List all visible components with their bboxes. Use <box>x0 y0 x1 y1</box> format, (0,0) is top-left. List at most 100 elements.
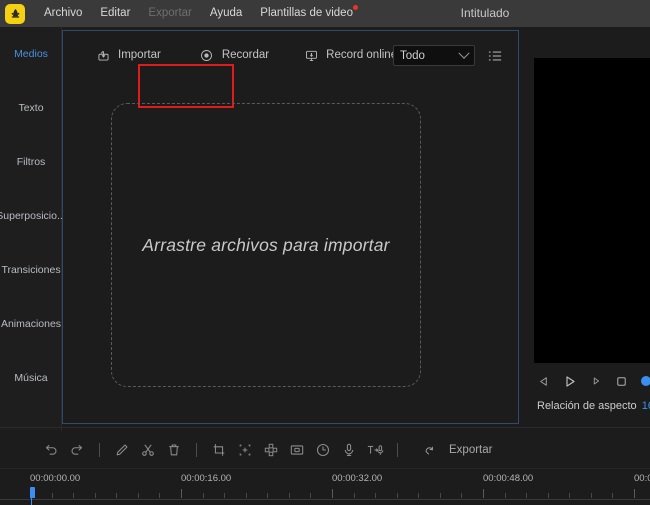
record-indicator-icon[interactable] <box>641 376 650 386</box>
sidebar-item-label: Medios <box>14 48 48 60</box>
mosaic-button[interactable] <box>258 437 284 463</box>
export-button[interactable]: Exportar <box>417 437 492 463</box>
timeline-ruler[interactable]: 00:00:00.00 00:00:16.00 00:00:32.00 00:0… <box>0 468 650 505</box>
sidebar-item-transiciones[interactable]: Transiciones <box>0 243 62 297</box>
ruler-minor-tick <box>159 493 160 498</box>
menu-label: Editar <box>100 7 131 19</box>
add-frame-button[interactable] <box>232 437 258 463</box>
sidebar-item-superposiciones[interactable]: Superposicio... <box>0 189 62 243</box>
menu-item-ayuda[interactable]: Ayuda <box>201 0 251 27</box>
previous-frame-button[interactable] <box>537 374 550 388</box>
ruler-minor-tick <box>591 493 592 498</box>
crop-button[interactable] <box>206 437 232 463</box>
import-button[interactable]: Importar <box>87 41 169 69</box>
ruler-tick-label: 00:0 <box>634 473 650 484</box>
ruler-minor-tick <box>267 493 268 498</box>
preview-panel: Relación de aspecto 16 <box>523 30 650 424</box>
aspect-ratio-row[interactable]: Relación de aspecto 16 <box>537 400 650 412</box>
timeline-toolbar: Exportar <box>0 431 650 468</box>
dropzone-label: Arrastre archivos para importar <box>142 234 390 255</box>
sidebar-item-label: Filtros <box>16 156 46 168</box>
ruler-minor-tick <box>526 493 527 498</box>
ruler-major-tick <box>634 489 635 498</box>
export-label: Exportar <box>449 443 493 456</box>
playhead-line <box>31 497 32 505</box>
sidebar-item-label: Texto <box>18 102 44 114</box>
ruler-tick-label: 00:00:00.00 <box>30 473 81 484</box>
ruler-tick-label: 00:00:48.00 <box>483 473 534 484</box>
media-filter-select[interactable]: Todo <box>393 45 475 66</box>
ruler-minor-tick <box>440 493 441 498</box>
text-to-speech-button[interactable] <box>362 437 388 463</box>
ruler-minor-tick <box>73 493 74 498</box>
delete-button[interactable] <box>161 437 187 463</box>
speed-button[interactable] <box>310 437 336 463</box>
media-filter-value: Todo <box>400 49 425 62</box>
menu-label: Exportar <box>148 7 192 19</box>
playback-controls <box>537 374 650 388</box>
toolbar-divider-1 <box>99 442 100 457</box>
ruler-minor-tick <box>354 493 355 498</box>
aspect-ratio-value: 16 <box>641 400 650 412</box>
ruler-minor-tick <box>375 493 376 498</box>
ruler-minor-tick <box>505 493 506 498</box>
ruler-minor-tick <box>569 493 570 498</box>
import-icon <box>95 47 111 63</box>
notification-dot-icon <box>352 5 358 10</box>
ruler-minor-tick <box>246 493 247 498</box>
ruler-major-tick <box>181 489 182 498</box>
sidebar-item-filtros[interactable]: Filtros <box>0 135 62 189</box>
record-button[interactable]: Recordar <box>191 41 277 69</box>
stop-button[interactable] <box>615 374 628 388</box>
next-frame-button[interactable] <box>590 374 602 388</box>
ruler-major-tick <box>483 489 484 498</box>
title-bar: Archivo Editar Exportar Ayuda Plantillas… <box>0 0 650 27</box>
sidebar-item-musica[interactable]: Música <box>0 351 62 405</box>
list-view-icon[interactable] <box>487 49 503 63</box>
ruler-tick-label: 00:00:32.00 <box>332 473 383 484</box>
split-button[interactable] <box>135 437 161 463</box>
import-label: Importar <box>118 49 161 61</box>
menu-label: Ayuda <box>209 7 243 19</box>
play-button[interactable] <box>563 374 577 388</box>
menu-item-editar[interactable]: Editar <box>91 0 139 27</box>
app-logo[interactable] <box>5 3 25 24</box>
undo-button[interactable] <box>38 437 64 463</box>
menu-item-exportar: Exportar <box>139 0 200 27</box>
sidebar-item-label: Superposicio... <box>0 210 62 222</box>
record-icon <box>199 47 215 63</box>
sidebar-item-label: Animaciones <box>0 318 62 330</box>
edit-button[interactable] <box>109 437 135 463</box>
ruler-minor-tick <box>548 493 549 498</box>
ruler-minor-tick <box>138 493 139 498</box>
monitor-record-icon <box>303 47 319 63</box>
ruler-minor-tick <box>418 493 419 498</box>
media-dropzone[interactable]: Arrastre archivos para importar <box>111 103 421 387</box>
media-panel: Importar Recordar Record online class To… <box>62 30 519 424</box>
menu-item-archivo[interactable]: Archivo <box>35 0 91 27</box>
menu-label: Plantillas de video <box>260 7 353 19</box>
ruler-minor-tick <box>461 493 462 498</box>
sidebar-item-texto[interactable]: Texto <box>0 81 62 135</box>
toolbar-divider-2 <box>196 442 197 457</box>
menu-item-plantillas-de-video[interactable]: Plantillas de video <box>251 0 362 27</box>
picture-in-picture-button[interactable] <box>284 437 310 463</box>
ruler-minor-tick <box>224 493 225 498</box>
toolbar-divider-3 <box>397 442 398 457</box>
video-preview-area[interactable] <box>534 58 650 363</box>
sidebar-item-label: Música <box>14 372 48 384</box>
ruler-baseline <box>0 499 650 500</box>
redo-button[interactable] <box>64 437 90 463</box>
ruler-minor-tick <box>289 493 290 498</box>
ruler-minor-tick <box>116 493 117 498</box>
sidebar-item-medios[interactable]: Medios <box>0 27 62 81</box>
ruler-tick-label: 00:00:16.00 <box>181 473 232 484</box>
voiceover-button[interactable] <box>336 437 362 463</box>
menu-bar: Archivo Editar Exportar Ayuda Plantillas… <box>35 0 362 27</box>
media-toolbar-right: Todo <box>393 45 503 66</box>
chevron-down-icon <box>458 47 470 59</box>
sidebar-item-label: Transiciones <box>1 264 61 276</box>
aspect-ratio-label: Relación de aspecto <box>537 400 637 412</box>
sidebar-item-animaciones[interactable]: Animaciones <box>0 297 62 351</box>
record-label: Recordar <box>221 49 270 61</box>
